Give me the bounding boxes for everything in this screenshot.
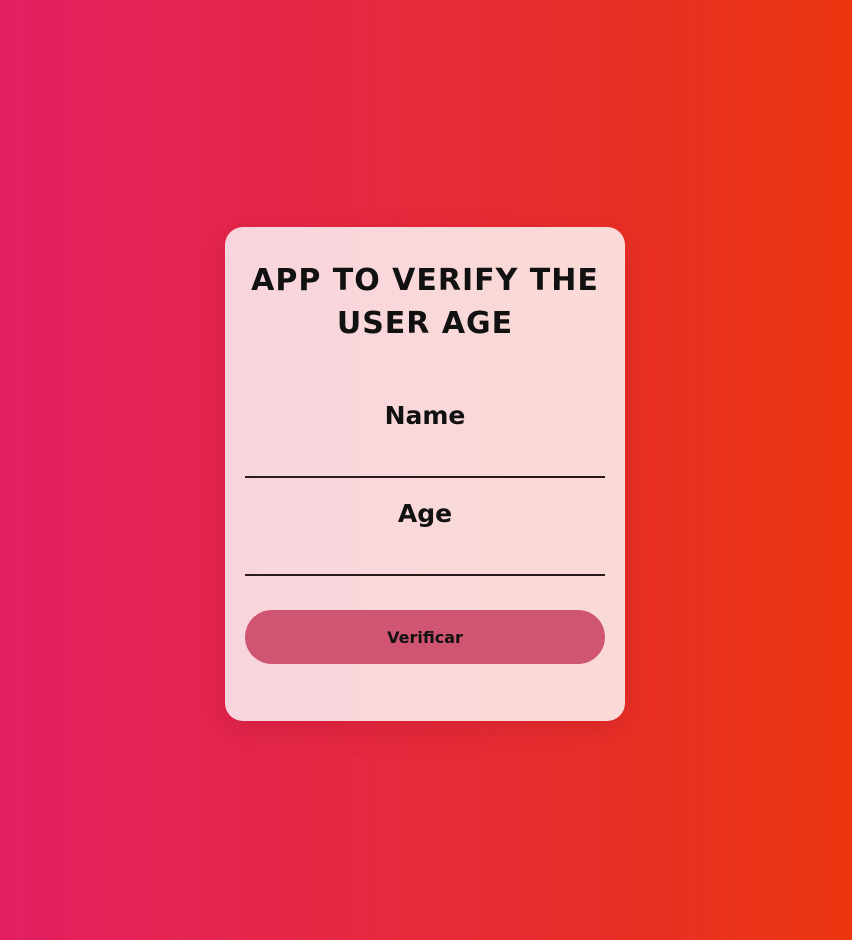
age-label: Age: [397, 499, 453, 528]
age-input[interactable]: [245, 536, 605, 576]
name-label: Name: [384, 401, 466, 430]
page-title: APP TO VERIFY THE USER AGE: [251, 263, 599, 341]
verification-card: APP TO VERIFY THE USER AGE Name Age Veri…: [225, 227, 625, 721]
verify-button[interactable]: Verificar: [245, 610, 605, 664]
name-input[interactable]: [245, 438, 605, 478]
